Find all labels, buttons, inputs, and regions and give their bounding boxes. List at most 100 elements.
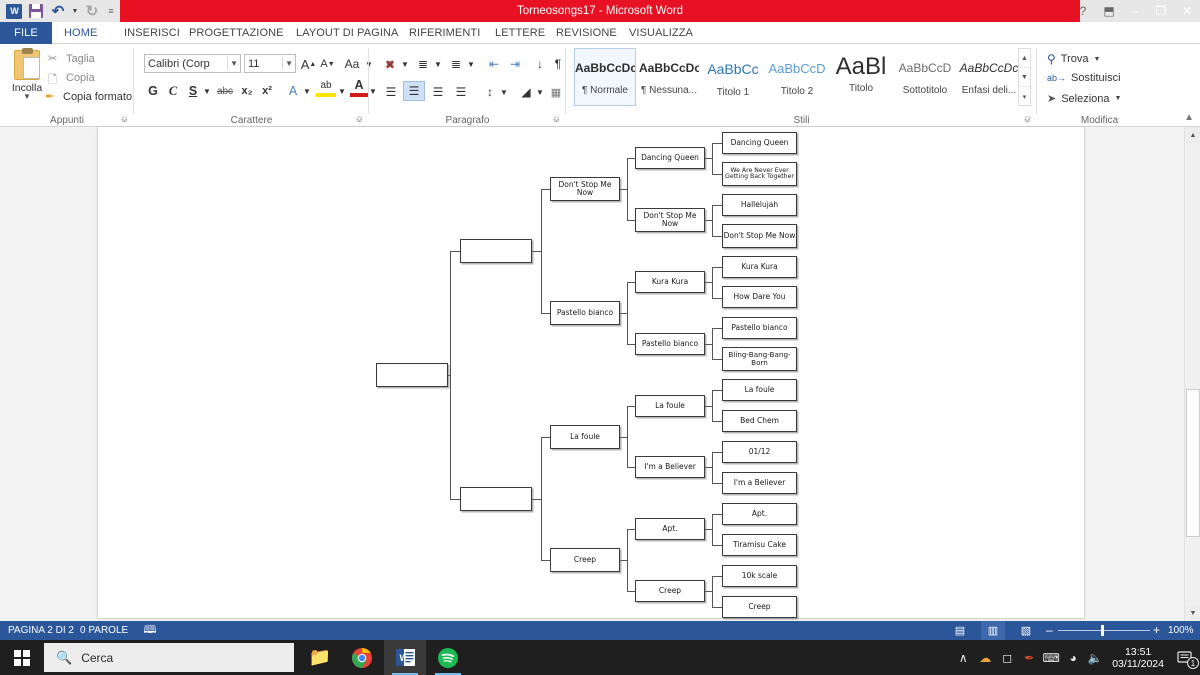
select-button[interactable]: ➤ Seleziona ▼	[1047, 92, 1121, 106]
document-page[interactable]: Don't Stop Me Now Pastello bianco La fou…	[97, 127, 1085, 619]
bracket-node-sixteen-10[interactable]: Bed Chem	[722, 410, 797, 432]
find-button[interactable]: ⚲ Trova ▼	[1047, 52, 1100, 66]
notification-center-icon[interactable]: 1	[1170, 640, 1200, 675]
scroll-up-icon[interactable]: ▲	[1185, 127, 1200, 143]
bold-button[interactable]: G	[144, 81, 162, 101]
bracket-node-sixteen-4[interactable]: Don't Stop Me Now	[722, 224, 797, 248]
bracket-node-quarter-3[interactable]: La foule	[550, 425, 620, 449]
subscript-button[interactable]: x₂	[238, 81, 256, 101]
zoom-level[interactable]: 100%	[1168, 621, 1194, 640]
underline-button[interactable]: S	[184, 81, 202, 101]
undo-icon[interactable]: ↶	[48, 1, 68, 21]
strikethrough-button[interactable]: abc	[214, 81, 236, 101]
collapse-ribbon-icon[interactable]: ▲	[1184, 112, 1194, 123]
copy-button[interactable]: 🗋 Copia	[48, 71, 95, 87]
style-normale[interactable]: AaBbCcDc ¶ Normale	[574, 48, 636, 106]
paint-icon[interactable]: ✒	[1018, 640, 1040, 675]
word-count[interactable]: 0 PAROLE	[80, 621, 128, 640]
bracket-node-final[interactable]	[376, 363, 448, 387]
paste-button[interactable]: Incolla ▼	[6, 48, 48, 101]
numbering-dropdown-icon[interactable]: ▼	[433, 54, 443, 74]
decrease-indent-icon[interactable]: ⇤	[484, 54, 504, 74]
change-case-button[interactable]: Aa	[340, 54, 364, 74]
taskbar-clock[interactable]: 13:51 03/11/2024	[1106, 646, 1170, 670]
volume-muted-icon[interactable]: 🔈	[1084, 640, 1106, 675]
cut-button[interactable]: ✂ Taglia	[48, 52, 95, 66]
bracket-node-eight-2[interactable]: Don't Stop Me Now	[635, 208, 705, 232]
bracket-node-eight-6[interactable]: I'm a Believer	[635, 456, 705, 478]
scrollbar-thumb[interactable]	[1186, 389, 1200, 537]
justify-icon[interactable]: ☰	[450, 82, 472, 102]
font-name-input[interactable]: Calibri (Corp ▼	[144, 54, 241, 73]
onedrive-icon[interactable]: ☁	[974, 640, 996, 675]
tab-riferimenti[interactable]: RIFERIMENTI	[400, 22, 489, 44]
font-size-input[interactable]: 11 ▼	[244, 54, 296, 73]
underline-dropdown-icon[interactable]: ▼	[202, 81, 212, 101]
bracket-node-eight-7[interactable]: Apt.	[635, 518, 705, 540]
undo-dropdown-icon[interactable]: ▼	[70, 1, 80, 21]
read-mode-button[interactable]: ▤	[948, 621, 972, 640]
multilevel-list-icon[interactable]: ≣	[446, 54, 466, 74]
bracket-node-sixteen-9[interactable]: La foule	[722, 379, 797, 401]
taskbar-search-input[interactable]: 🔍 Cerca	[44, 643, 294, 672]
styles-gallery-scrollbar[interactable]: ▲ ▼ ▾	[1018, 48, 1031, 106]
borders-icon[interactable]: ▦	[547, 82, 565, 102]
tab-revisione[interactable]: REVISIONE	[547, 22, 626, 44]
bracket-node-semi-1[interactable]	[460, 239, 532, 263]
bracket-node-sixteen-13[interactable]: Apt.	[722, 503, 797, 525]
line-spacing-dropdown-icon[interactable]: ▼	[499, 82, 509, 102]
style-titolo[interactable]: AaBl Titolo	[830, 48, 892, 106]
help-icon[interactable]: ?	[1070, 0, 1096, 22]
restore-button[interactable]: ❐	[1148, 0, 1174, 22]
shading-icon[interactable]: ◢	[516, 82, 536, 102]
sort-icon[interactable]: ↓	[531, 54, 549, 74]
bracket-node-quarter-2[interactable]: Pastello bianco	[550, 301, 620, 325]
chrome-icon[interactable]	[341, 640, 383, 675]
text-effects-dropdown-icon[interactable]: ▼	[302, 81, 312, 101]
bracket-node-sixteen-5[interactable]: Kura Kura	[722, 256, 797, 278]
minimize-button[interactable]: –	[1122, 0, 1148, 22]
bullets-icon[interactable]: ≡	[380, 54, 400, 74]
align-center-icon[interactable]: ☰	[403, 81, 425, 101]
font-color-icon[interactable]: A	[350, 77, 368, 97]
bracket-node-sixteen-3[interactable]: Hallelujah	[722, 194, 797, 216]
paste-dropdown-icon[interactable]: ▼	[6, 93, 48, 101]
style-enfasi[interactable]: AaBbCcDc Enfasi deli...	[958, 48, 1020, 106]
style-sottotitolo[interactable]: AaBbCcD Sottotitolo	[894, 48, 956, 106]
bullets-dropdown-icon[interactable]: ▼	[400, 54, 410, 74]
styles-scroll-up-icon[interactable]: ▲	[1019, 49, 1030, 68]
grow-font-button[interactable]: A ▲	[300, 54, 317, 74]
numbering-icon[interactable]: ≣	[413, 54, 433, 74]
tab-inserisci[interactable]: INSERISCI	[115, 22, 189, 44]
align-left-icon[interactable]: ☰	[380, 82, 402, 102]
styles-more-icon[interactable]: ▾	[1019, 87, 1030, 106]
proofing-icon[interactable]: 🕮	[142, 621, 158, 640]
zoom-in-button[interactable]: +	[1153, 621, 1160, 640]
bracket-node-sixteen-11[interactable]: 01/12	[722, 441, 797, 463]
redo-icon[interactable]: ↻	[82, 1, 102, 21]
bracket-node-eight-4[interactable]: Pastello bianco	[635, 333, 705, 355]
tab-visualizza[interactable]: VISUALIZZA	[620, 22, 702, 44]
print-layout-button[interactable]: ▥	[981, 621, 1005, 640]
scroll-down-icon[interactable]: ▼	[1185, 605, 1200, 621]
find-dropdown-icon[interactable]: ▼	[1094, 56, 1101, 63]
bracket-node-sixteen-1[interactable]: Dancing Queen	[722, 132, 797, 154]
tab-progettazione[interactable]: PROGETTAZIONE	[180, 22, 293, 44]
replace-button[interactable]: ab→ Sostituisci	[1047, 72, 1121, 84]
start-button[interactable]	[0, 640, 44, 675]
shading-dropdown-icon[interactable]: ▼	[535, 82, 545, 102]
style-titolo2[interactable]: AaBbCcD Titolo 2	[766, 48, 828, 106]
line-spacing-icon[interactable]: ↕	[480, 82, 500, 102]
paragraph-dialog-launcher-icon[interactable]: ⎉	[553, 114, 560, 125]
document-vertical-scrollbar[interactable]: ▲ ▼	[1184, 127, 1200, 621]
font-dialog-launcher-icon[interactable]: ⎉	[356, 114, 363, 125]
ribbon-display-options-icon[interactable]: ⬒	[1096, 0, 1122, 22]
highlight-icon[interactable]: ab	[316, 77, 336, 97]
bracket-node-eight-3[interactable]: Kura Kura	[635, 271, 705, 293]
show-formatting-marks-icon[interactable]: ¶	[550, 54, 566, 74]
bracket-node-sixteen-15[interactable]: 10k scale	[722, 565, 797, 587]
customize-qat-icon[interactable]: ≡	[104, 1, 118, 21]
highlight-dropdown-icon[interactable]: ▼	[337, 81, 347, 101]
superscript-button[interactable]: x²	[258, 81, 276, 101]
spotify-icon[interactable]	[427, 640, 469, 675]
